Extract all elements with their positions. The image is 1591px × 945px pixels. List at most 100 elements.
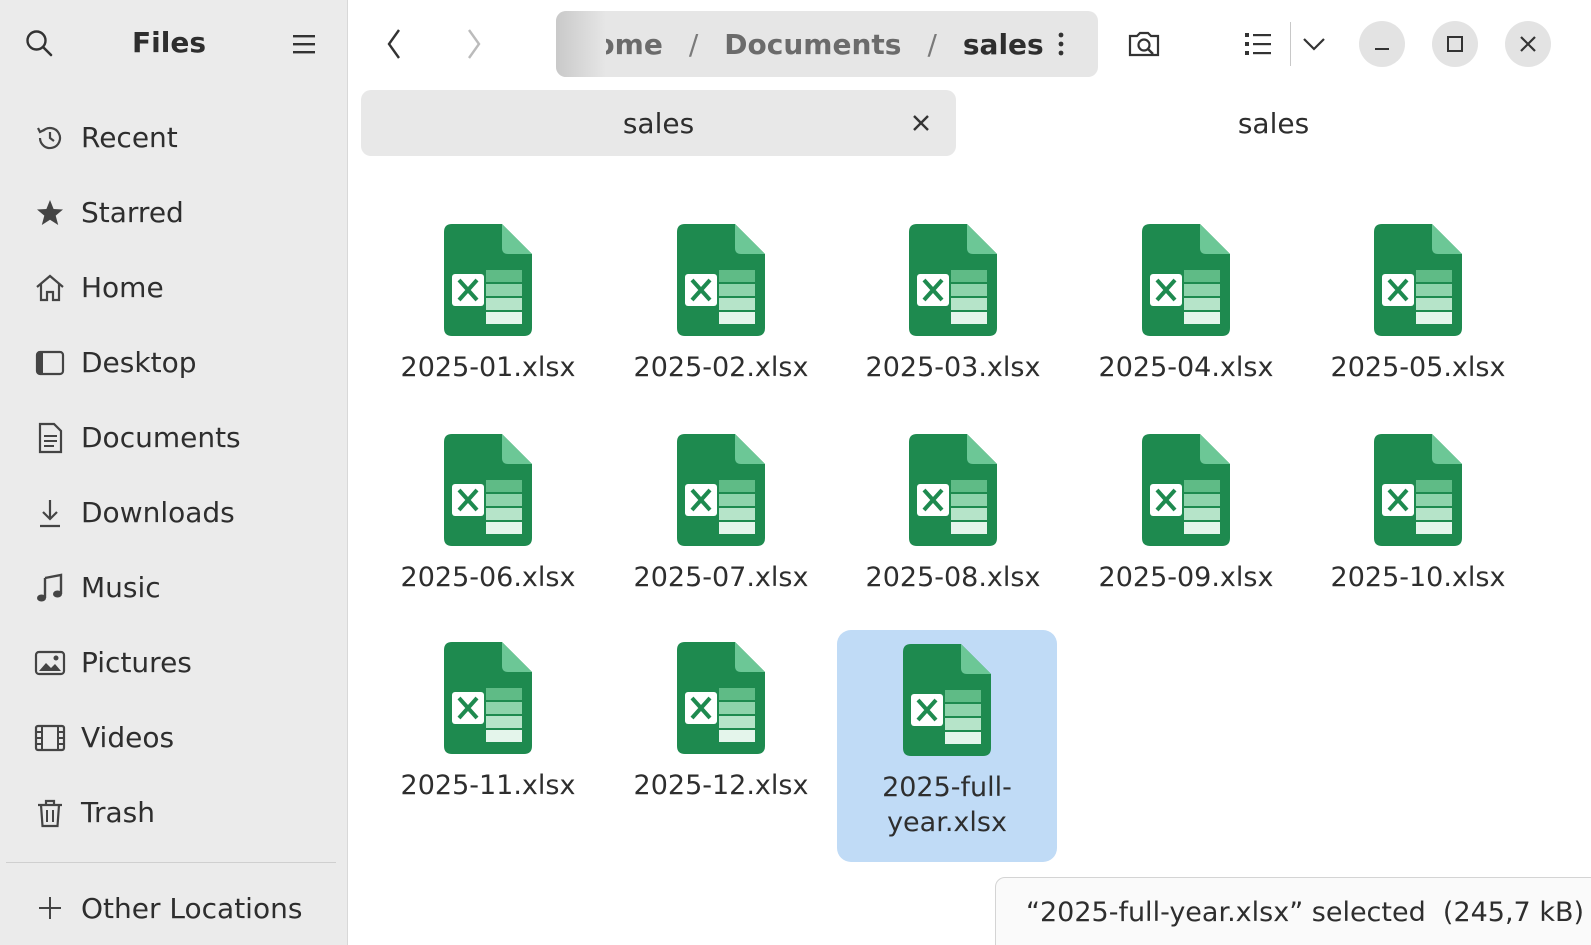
sidebar-item-videos[interactable]: Videos (0, 700, 348, 775)
file-item[interactable]: 2025-11.xlsx (378, 628, 598, 860)
sidebar: Files Recent Starred Home Desktop Docume… (0, 0, 348, 945)
file-item[interactable]: 2025-03.xlsx (843, 210, 1063, 442)
spreadsheet-file-icon (675, 432, 767, 548)
clock-icon (32, 120, 68, 156)
view-options-button[interactable] (1292, 22, 1336, 66)
file-name: 2025-10.xlsx (1330, 562, 1506, 593)
chevron-right-icon (468, 29, 481, 59)
trash-icon (32, 795, 68, 831)
file-item[interactable]: 2025-08.xlsx (843, 420, 1063, 652)
close-icon (913, 115, 929, 131)
spreadsheet-file-icon (442, 432, 534, 548)
kebab-icon (1058, 32, 1064, 56)
sidebar-item-other-locations[interactable]: Other Locations (32, 890, 302, 926)
list-view-icon (1245, 33, 1271, 55)
chevron-left-icon (387, 29, 400, 59)
forward-button[interactable] (452, 22, 496, 66)
sidebar-item-desktop[interactable]: Desktop (0, 325, 348, 400)
file-item[interactable]: 2025-05.xlsx (1308, 210, 1528, 442)
file-name: 2025-11.xlsx (400, 770, 576, 801)
sidebar-item-label: Starred (81, 196, 184, 229)
list-view-button[interactable] (1236, 22, 1280, 66)
breadcrumb-current[interactable]: sales (963, 28, 1044, 61)
sidebar-item-label: Downloads (81, 496, 235, 529)
file-name: 2025-02.xlsx (633, 352, 809, 383)
file-item[interactable]: 2025-07.xlsx (611, 420, 831, 652)
spreadsheet-file-icon (1140, 432, 1232, 548)
sidebar-divider (6, 862, 336, 863)
file-item[interactable]: 2025-01.xlsx (378, 210, 598, 442)
sidebar-item-downloads[interactable]: Downloads (0, 475, 348, 550)
file-name: 2025-04.xlsx (1098, 352, 1274, 383)
main-menu-button[interactable] (286, 28, 322, 60)
tab-sales[interactable]: sales (956, 90, 1591, 156)
sidebar-item-starred[interactable]: Starred (0, 175, 348, 250)
breadcrumb-separator: / (688, 27, 699, 61)
sidebar-item-trash[interactable]: Trash (0, 775, 348, 850)
spreadsheet-file-icon (1140, 222, 1232, 338)
file-name: 2025-full-year.xlsx (882, 772, 1012, 838)
file-item[interactable]: 2025-06.xlsx (378, 420, 598, 652)
spreadsheet-file-icon (907, 222, 999, 338)
back-button[interactable] (372, 22, 416, 66)
toolbar-separator (1290, 22, 1291, 66)
file-item[interactable]: 2025-10.xlsx (1308, 420, 1528, 652)
spreadsheet-file-icon (675, 222, 767, 338)
file-item[interactable]: 2025-12.xlsx (611, 628, 831, 860)
maximize-icon (1447, 36, 1463, 52)
close-icon (1520, 36, 1536, 52)
breadcrumb-separator: / (927, 27, 937, 61)
home-icon (32, 270, 68, 306)
sidebar-item-label: Videos (81, 721, 175, 754)
sidebar-item-music[interactable]: Music (0, 550, 348, 625)
tab-label: sales (622, 106, 695, 140)
music-icon (32, 570, 68, 606)
file-item[interactable]: 2025-04.xlsx (1076, 210, 1296, 442)
sidebar-item-label: Documents (81, 421, 241, 454)
hamburger-icon (293, 35, 315, 54)
spreadsheet-file-icon (1372, 432, 1464, 548)
sidebar-item-pictures[interactable]: Pictures (0, 625, 348, 700)
breadcrumb-documents[interactable]: Documents (724, 28, 901, 61)
pictures-icon (32, 645, 68, 681)
download-icon (32, 495, 68, 531)
sidebar-places: Recent Starred Home Desktop Documents Do… (0, 100, 348, 850)
file-name: 2025-09.xlsx (1098, 562, 1274, 593)
file-item-selected[interactable]: 2025-full-year.xlsx (837, 630, 1057, 862)
chevron-down-icon (1303, 38, 1325, 51)
sidebar-header: Files (0, 0, 348, 88)
tab-label: sales (1237, 106, 1310, 140)
sidebar-item-recent[interactable]: Recent (0, 100, 348, 175)
file-name: 2025-07.xlsx (633, 562, 809, 593)
folder-menu-button[interactable] (1046, 29, 1076, 59)
tab-sales-active[interactable]: sales (361, 90, 956, 156)
minimize-button[interactable] (1359, 21, 1405, 67)
minimize-icon (1375, 48, 1389, 50)
maximize-button[interactable] (1432, 21, 1478, 67)
sidebar-item-home[interactable]: Home (0, 250, 348, 325)
sidebar-item-label: Other Locations (81, 891, 303, 925)
file-name: 2025-05.xlsx (1330, 352, 1506, 383)
sidebar-item-documents[interactable]: Documents (0, 400, 348, 475)
sidebar-item-label: Desktop (81, 346, 197, 379)
sidebar-item-label: Pictures (81, 646, 192, 679)
spreadsheet-file-icon (442, 640, 534, 756)
breadcrumb: Home / Documents / sales (556, 11, 1098, 77)
search-in-folder-button[interactable] (1122, 22, 1166, 66)
close-window-button[interactable] (1505, 21, 1551, 67)
video-icon (32, 720, 68, 756)
file-name: 2025-01.xlsx (400, 352, 576, 383)
spreadsheet-file-icon (901, 642, 993, 758)
sidebar-item-label: Recent (81, 121, 178, 154)
close-tab-button[interactable] (905, 107, 937, 139)
spreadsheet-file-icon (1372, 222, 1464, 338)
plus-icon (32, 890, 68, 926)
desktop-icon (32, 345, 68, 381)
file-item[interactable]: 2025-09.xlsx (1076, 420, 1296, 652)
spreadsheet-file-icon (907, 432, 999, 548)
sidebar-item-label: Music (81, 571, 161, 604)
sidebar-item-label: Home (81, 271, 164, 304)
document-icon (32, 420, 68, 456)
file-name: 2025-12.xlsx (633, 770, 809, 801)
file-item[interactable]: 2025-02.xlsx (611, 210, 831, 442)
